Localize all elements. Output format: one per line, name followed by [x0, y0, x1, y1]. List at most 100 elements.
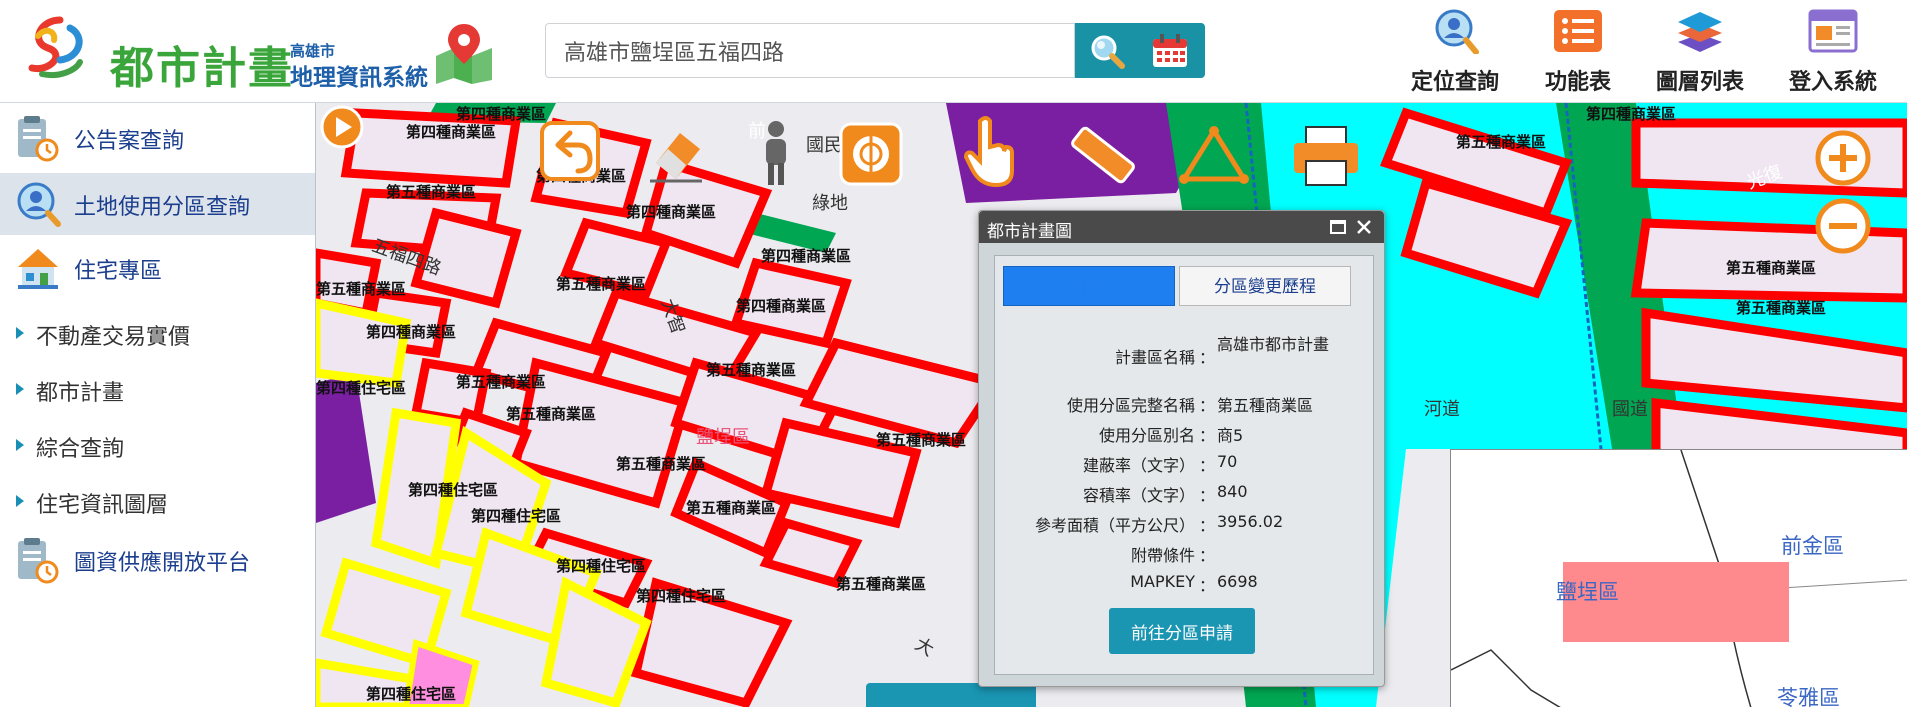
- overview-district-label: 苓雅區: [1777, 686, 1840, 707]
- zone-label: 第四種住宅區: [316, 379, 407, 397]
- chevron-right-icon: [16, 439, 24, 451]
- zone-label: 第四種住宅區: [408, 481, 499, 499]
- zone-label: 第五種商業區: [836, 575, 927, 593]
- attribute-value: 商5: [1217, 426, 1244, 445]
- attribute-key: 建蔽率（文字）: [1082, 456, 1195, 475]
- chevron-right-icon: [16, 327, 24, 339]
- sidebar-item-announcement-query[interactable]: 公告案查詢: [0, 107, 315, 169]
- login-button[interactable]: 登入系統: [1778, 8, 1888, 96]
- address-search-input[interactable]: [545, 23, 1075, 78]
- triangle-area-icon[interactable]: [1178, 123, 1250, 187]
- zone-label: 第五種商業區: [386, 183, 477, 201]
- sidebar-item-open-data-platform[interactable]: 圖資供應開放平台: [0, 529, 315, 591]
- zone-label: 第四種商業區: [366, 323, 457, 341]
- layers-icon: [1678, 12, 1722, 52]
- attribute-key: 附帶條件: [1130, 546, 1195, 565]
- sidebar-item-label: 圖資供應開放平台: [74, 551, 251, 576]
- layer-list-label: 圖層列表: [1655, 70, 1744, 95]
- zone-label: 第五種商業區: [686, 499, 777, 517]
- road-label: 河道: [1424, 399, 1460, 420]
- logo-swirl-icon: [28, 16, 83, 78]
- attribute-value: 高雄市都市計畫: [1217, 335, 1330, 354]
- sidebar-item-urban-plan[interactable]: 都市計畫: [0, 365, 315, 411]
- logo-subtitle: 地理資訊系統: [290, 65, 428, 91]
- attribute-key: 容積率（文字）: [1082, 486, 1195, 505]
- menu-label: 功能表: [1544, 70, 1611, 95]
- attribute-row: 附帶條件 ：: [995, 542, 1373, 568]
- sidebar-item-housing-layers[interactable]: 住宅資訊圖層: [0, 477, 315, 523]
- zone-label: 第五種商業區: [706, 361, 797, 379]
- sidebar: 公告案查詢 土地使用分區查詢 住宅專區 不動產交易實價 都市計畫 綜合查詢 住宅…: [0, 103, 316, 707]
- sidebar-item-label: 不動產交易實價: [36, 325, 191, 350]
- close-icon[interactable]: [1355, 218, 1373, 236]
- locate-search-icon: [1435, 9, 1479, 55]
- search-icon[interactable]: [1089, 33, 1125, 69]
- calendar-icon[interactable]: [1151, 33, 1189, 69]
- sidebar-item-label: 土地使用分區查詢: [74, 195, 251, 220]
- attribute-value: 第五種商業區: [1217, 396, 1314, 415]
- attribute-colon: ：: [1199, 426, 1216, 445]
- overview-map[interactable]: 鹽埕區 前金區 苓雅區: [1450, 449, 1907, 707]
- attribute-key: 使用分區別名: [1098, 426, 1195, 445]
- print-icon[interactable]: [1290, 123, 1362, 189]
- zoom-in-icon[interactable]: [1814, 129, 1872, 187]
- app-logo[interactable]: 都市計畫 高雄市 地理資訊系統: [20, 12, 500, 94]
- logo-title: 都市計畫: [110, 43, 294, 94]
- attribute-value: 3956.02: [1217, 512, 1284, 531]
- locate-search-button[interactable]: 定位查詢: [1400, 8, 1510, 96]
- login-window-icon: [1808, 9, 1858, 53]
- attribute-row: 使用分區完整名稱 ： 第五種商業區: [995, 392, 1373, 418]
- sidebar-item-zone-query[interactable]: 土地使用分區查詢: [0, 173, 315, 235]
- zone-apply-button[interactable]: 前往分區申請: [1109, 608, 1255, 654]
- popup-header[interactable]: 都市計畫圖: [979, 211, 1384, 243]
- zone-label: 第四種住宅區: [366, 685, 457, 703]
- search-button-group: [1075, 23, 1205, 78]
- sidebar-item-label: 住宅資訊圖層: [36, 493, 169, 518]
- attribute-colon: ：: [1199, 576, 1216, 595]
- map-pin-icon: [436, 24, 492, 84]
- play-icon[interactable]: [320, 105, 364, 149]
- attribute-row: 建蔽率（文字） ： 70: [995, 452, 1373, 478]
- locate-search-label: 定位查詢: [1410, 70, 1499, 95]
- hand-pointer-icon[interactable]: [958, 113, 1020, 191]
- attribute-colon: ：: [1199, 516, 1216, 535]
- road-label: 國道: [1612, 399, 1648, 420]
- attribute-colon: ：: [1199, 486, 1216, 505]
- zone-label: 第五種商業區: [1736, 299, 1827, 317]
- attribute-key: 參考面積（平方公尺）: [1034, 516, 1195, 535]
- announcement-clipboard-icon: [18, 116, 59, 162]
- attribute-colon: ：: [1199, 348, 1216, 367]
- zone-search-icon: [17, 182, 61, 227]
- overview-district-label: 鹽埕區: [1556, 580, 1619, 604]
- measure-locate-icon[interactable]: [838, 121, 904, 187]
- tab-block-info[interactable]: 街廓資訊: [1003, 266, 1175, 306]
- attribute-row: 容積率（文字） ： 840: [995, 482, 1373, 508]
- street-view-person-icon[interactable]: [754, 119, 798, 189]
- zone-label: 第五種商業區: [556, 275, 647, 293]
- sidebar-item-real-estate-price[interactable]: 不動產交易實價: [0, 309, 315, 355]
- tab-zone-history[interactable]: 分區變更歷程: [1179, 266, 1351, 306]
- ruler-icon[interactable]: [1066, 121, 1136, 191]
- zoom-out-icon[interactable]: [1814, 197, 1872, 255]
- info-popup: 都市計畫圖 街廓資訊 分區變更歷程 計畫區名稱 ： 高雄市都市計畫 使用分區完整…: [978, 210, 1385, 687]
- layer-list-button[interactable]: 圖層列表: [1645, 8, 1755, 96]
- sidebar-item-integrated-query[interactable]: 綜合查詢: [0, 421, 315, 467]
- attribute-colon: ：: [1199, 546, 1216, 565]
- attribute-key: 使用分區完整名稱: [1066, 396, 1195, 415]
- attribute-colon: ：: [1199, 396, 1216, 415]
- attribute-key: 計畫區名稱: [1114, 348, 1195, 367]
- zone-label: 第四種商業區: [736, 297, 827, 315]
- maximize-icon[interactable]: [1329, 219, 1347, 235]
- zone-label: 第五種商業區: [1726, 259, 1817, 277]
- road-label: 綠地: [812, 193, 848, 214]
- sidebar-item-housing[interactable]: 住宅專區: [0, 237, 315, 299]
- eraser-icon[interactable]: [646, 123, 706, 183]
- chevron-right-icon: [16, 495, 24, 507]
- sidebar-item-label: 綜合查詢: [36, 437, 125, 462]
- zone-label: 第五種商業區: [456, 373, 547, 391]
- open-data-clipboard-icon: [18, 538, 59, 584]
- login-label: 登入系統: [1788, 70, 1877, 95]
- menu-button[interactable]: 功能表: [1523, 8, 1633, 96]
- undo-icon[interactable]: [538, 119, 602, 183]
- sidebar-item-label: 住宅專區: [74, 259, 163, 284]
